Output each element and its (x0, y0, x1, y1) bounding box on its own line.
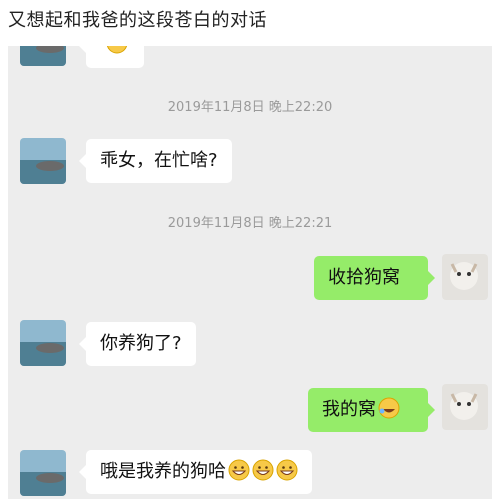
father-avatar[interactable] (20, 46, 66, 66)
message-text-4: 我的窝 (322, 399, 376, 420)
daughter-avatar[interactable] (442, 384, 488, 430)
post-caption: 又想起和我爸的这段苍白的对话 (8, 10, 267, 31)
father-avatar[interactable] (20, 450, 66, 496)
daughter-avatar[interactable] (442, 254, 488, 300)
timestamp-2: 2019年11月8日 晚上22:21 (167, 216, 333, 231)
father-avatar[interactable] (20, 138, 66, 184)
timestamp-1: 2019年11月8日 晚上22:20 (167, 100, 333, 115)
grin-emoji-icon (252, 459, 274, 481)
grin-emoji-icon (228, 459, 250, 481)
laughing-tears-emoji-icon (378, 397, 400, 419)
message-text-5: 哦是我养的狗哈 (100, 461, 226, 482)
chat-screenshot: 2019年11月8日 晚上22:20 乖女，在忙啥? 2019年11月8日 晚上… (8, 46, 492, 499)
message-bubble-4: 我的窝 (308, 388, 435, 432)
message-bubble-3: 你养狗了? (79, 322, 196, 366)
message-bubble-partial (79, 46, 144, 68)
message-bubble-2: 收拾狗窝 (314, 256, 435, 300)
father-avatar[interactable] (20, 320, 66, 366)
message-bubble-1: 乖女，在忙啥? (79, 139, 232, 183)
grin-emoji-icon (106, 46, 128, 54)
grin-emoji-icon (276, 459, 298, 481)
message-bubble-5: 哦是我养的狗哈 (79, 450, 312, 494)
